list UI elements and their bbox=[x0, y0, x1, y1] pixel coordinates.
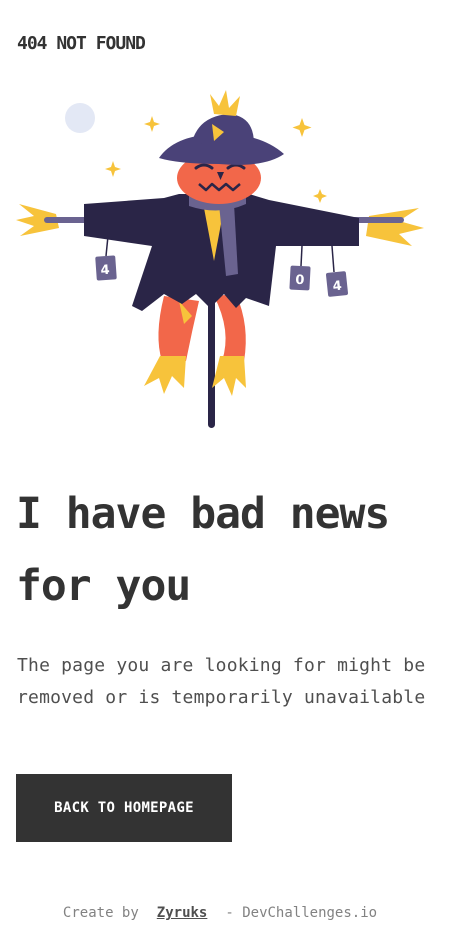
logo-text: 404 NOT FOUND bbox=[17, 33, 146, 54]
moon-icon bbox=[65, 103, 95, 133]
can-label-left: 4 bbox=[100, 263, 110, 279]
footer: Create by Zyruks - DevChallenges.io bbox=[0, 905, 440, 921]
footer-prefix: Create by bbox=[62, 905, 139, 921]
scarecrow-illustration: 4 0 4 bbox=[16, 90, 424, 428]
page-headline: I have bad news for you bbox=[16, 489, 390, 611]
can-label-right: 4 bbox=[332, 279, 343, 295]
footer-suffix: - DevChallenges.io bbox=[225, 905, 378, 921]
page-description: The page you are looking for might be re… bbox=[17, 655, 426, 708]
footer-author-link[interactable]: Zyruks bbox=[157, 905, 208, 921]
can-label-middle: 0 bbox=[295, 273, 305, 288]
back-to-homepage-button[interactable]: BACK TO HOMEPAGE bbox=[16, 774, 232, 842]
